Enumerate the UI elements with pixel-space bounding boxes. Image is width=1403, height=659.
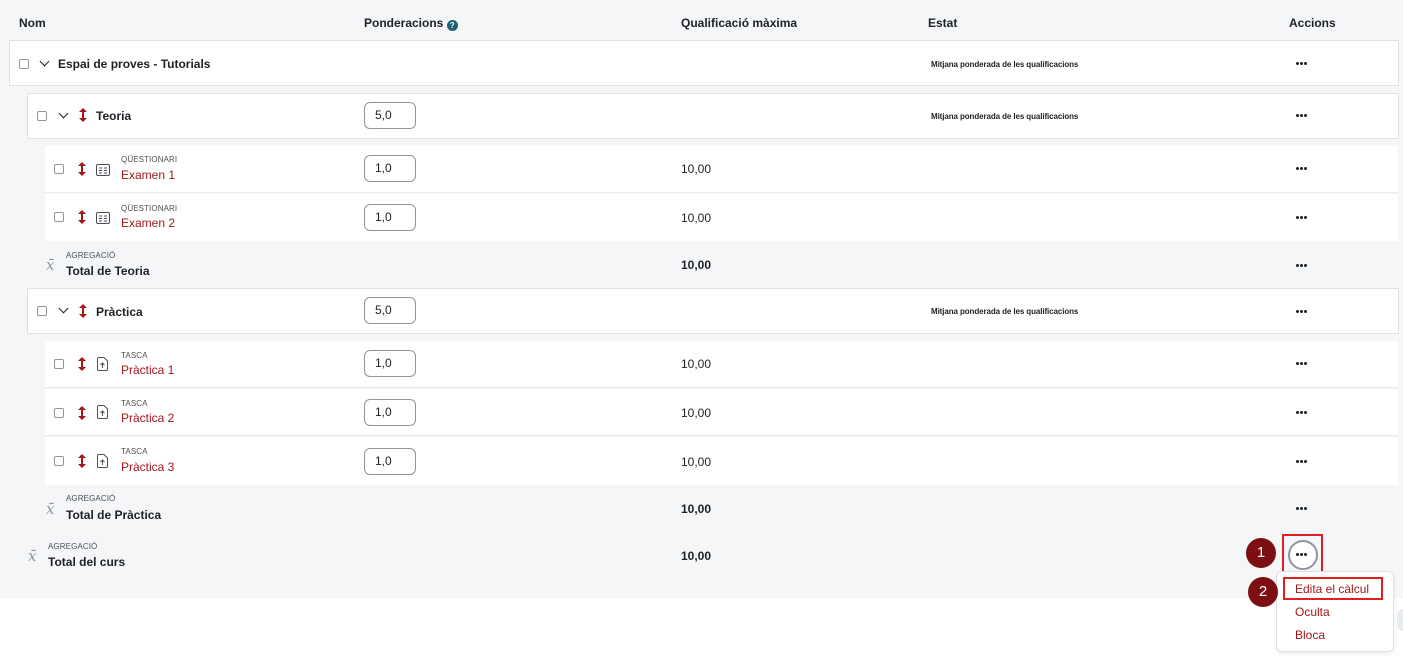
assignment-icon: [97, 454, 108, 473]
item-checkbox[interactable]: [54, 408, 64, 418]
weight-input[interactable]: 5,0: [364, 297, 416, 324]
course-actions-menu[interactable]: [1296, 61, 1310, 67]
table-row: [45, 341, 1398, 388]
category-name: Pràctica: [96, 305, 143, 319]
max-grade: 10,00: [681, 211, 712, 225]
course-name: Espai de proves - Tutorials: [58, 57, 211, 71]
total-max-grade: 10,00: [681, 502, 712, 516]
total-actions-menu[interactable]: [1296, 506, 1310, 512]
item-actions-menu[interactable]: [1296, 361, 1310, 367]
menu-item-hide[interactable]: Oculta: [1295, 605, 1330, 619]
course-total-actions-button[interactable]: [1288, 540, 1318, 570]
step-marker-2: 2: [1248, 577, 1278, 607]
column-header-ponderacions: Ponderacions ?: [364, 16, 458, 31]
weight-input[interactable]: 1,0: [364, 399, 416, 426]
more-icon: [1296, 552, 1310, 558]
item-checkbox[interactable]: [54, 456, 64, 466]
table-row: [45, 146, 1398, 193]
move-icon[interactable]: [78, 210, 86, 224]
item-checkbox[interactable]: [54, 164, 64, 174]
category-checkbox[interactable]: [37, 306, 47, 316]
category-name: Teoria: [96, 109, 132, 123]
move-icon[interactable]: [78, 406, 86, 420]
item-actions-menu[interactable]: [1296, 166, 1310, 172]
max-grade: 10,00: [681, 455, 712, 469]
max-grade: 10,00: [681, 162, 712, 176]
total-name: Total de Pràctica: [66, 508, 162, 522]
total-name: Total de Teoria: [66, 264, 150, 278]
weight-input[interactable]: 1,0: [364, 350, 416, 377]
assignment-icon: [97, 357, 108, 376]
move-icon[interactable]: [78, 162, 86, 176]
column-header-qualificacio-maxima: Qualificació màxima: [681, 16, 798, 30]
item-type: TASCA: [121, 399, 148, 408]
item-actions-menu[interactable]: [1296, 215, 1310, 221]
category-estat: Mitjana ponderada de les qualificacions: [931, 112, 1079, 121]
item-link[interactable]: Pràctica 3: [121, 460, 174, 474]
course-total-max-grade: 10,00: [681, 549, 712, 563]
category-estat: Mitjana ponderada de les qualificacions: [931, 307, 1079, 316]
move-icon[interactable]: [79, 304, 87, 318]
item-link[interactable]: Examen 1: [121, 168, 175, 182]
item-link[interactable]: Examen 2: [121, 216, 175, 230]
item-link[interactable]: Pràctica 2: [121, 411, 174, 425]
table-row: [45, 437, 1398, 485]
item-type: TASCA: [121, 351, 148, 360]
total-max-grade: 10,00: [681, 258, 712, 272]
course-checkbox[interactable]: [19, 59, 29, 69]
item-actions-menu[interactable]: [1296, 459, 1310, 465]
item-type: QÜESTIONARI: [121, 155, 178, 164]
scroll-to-top-button[interactable]: [1397, 609, 1403, 631]
move-icon[interactable]: [78, 357, 86, 371]
weight-input[interactable]: 1,0: [364, 155, 416, 182]
item-link[interactable]: Pràctica 1: [121, 363, 174, 377]
actions-dropdown-menu: Edita el càlcul Oculta Bloca: [1276, 571, 1394, 652]
item-type: QÜESTIONARI: [121, 204, 178, 213]
item-type: TASCA: [121, 447, 148, 456]
help-icon[interactable]: ?: [446, 20, 458, 31]
aggregation-icon: x̄: [46, 256, 55, 274]
aggregation-icon: x̄: [28, 547, 37, 565]
total-type: AGREGACIÓ: [66, 251, 116, 260]
category-row-practica: [27, 288, 1399, 334]
assignment-icon: [97, 405, 108, 424]
menu-item-edit-calculation[interactable]: Edita el càlcul: [1295, 582, 1369, 596]
weight-input[interactable]: 1,0: [364, 448, 416, 475]
course-total-type: AGREGACIÓ: [48, 542, 98, 551]
category-actions-menu[interactable]: [1296, 309, 1310, 315]
table-row: [45, 389, 1398, 436]
weight-input[interactable]: 5,0: [364, 102, 416, 129]
move-icon[interactable]: [78, 454, 86, 468]
quiz-icon: [96, 211, 110, 229]
step-marker-1: 1: [1246, 538, 1276, 568]
table-row: [45, 194, 1398, 241]
aggregation-icon: x̄: [46, 500, 55, 518]
weight-input[interactable]: 1,0: [364, 204, 416, 231]
course-total-name: Total del curs: [48, 555, 126, 569]
category-actions-menu[interactable]: [1296, 113, 1310, 119]
move-icon[interactable]: [79, 108, 87, 122]
item-checkbox[interactable]: [54, 359, 64, 369]
category-row-teoria: [27, 93, 1399, 139]
quiz-icon: [96, 163, 110, 181]
menu-item-lock[interactable]: Bloca: [1295, 628, 1325, 642]
max-grade: 10,00: [681, 406, 712, 420]
total-type: AGREGACIÓ: [66, 494, 116, 503]
category-checkbox[interactable]: [37, 111, 47, 121]
column-header-accions: Accions: [1289, 16, 1336, 30]
course-estat: Mitjana ponderada de les qualificacions: [931, 60, 1079, 69]
item-checkbox[interactable]: [54, 212, 64, 222]
column-header-estat: Estat: [928, 16, 958, 30]
total-actions-menu[interactable]: [1296, 263, 1310, 269]
course-category-row: [9, 40, 1399, 86]
column-header-nom: Nom: [19, 16, 46, 30]
max-grade: 10,00: [681, 357, 712, 371]
item-actions-menu[interactable]: [1296, 410, 1310, 416]
